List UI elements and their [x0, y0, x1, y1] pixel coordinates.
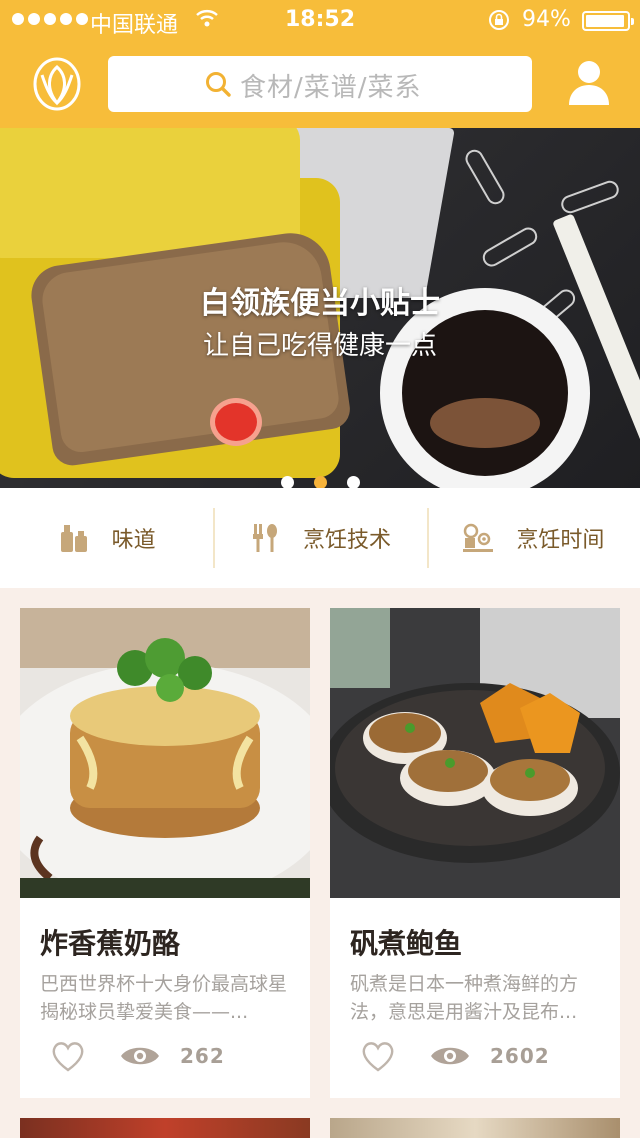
category-label: 味道	[111, 528, 156, 553]
recipe-photo	[20, 608, 310, 898]
recipe-description: 矾煮是日本一种煮海鲜的方法，意思是用酱汁及昆布...	[350, 973, 579, 1023]
battery-percent: 94%	[522, 7, 571, 32]
banner-subtitle: 让自己吃得健康一点	[202, 331, 437, 361]
category-flavor[interactable]: 味道	[0, 488, 213, 588]
status-bar: 中国联通 18:52 94%	[0, 0, 640, 40]
recipe-card-peek[interactable]	[20, 1118, 310, 1138]
recipe-title: 炸香蕉奶酪	[40, 927, 181, 960]
search-placeholder: 食材/菜谱/菜系	[240, 73, 422, 103]
battery-icon	[582, 11, 634, 31]
stove-timer-icon	[463, 523, 494, 552]
recipe-title: 矾煮鲍鱼	[350, 927, 463, 960]
search-icon	[206, 72, 231, 97]
header-bar: 食材/菜谱/菜系	[0, 40, 640, 128]
recipe-description: 巴西世界杯十大身价最高球星揭秘球员挚爱美食——...	[40, 973, 288, 1023]
eye-icon	[121, 1047, 159, 1065]
view-count: 2602	[490, 1044, 550, 1068]
carousel-dot[interactable]	[280, 476, 294, 488]
category-cooking-technique[interactable]: 烹饪技术	[213, 488, 426, 588]
eye-icon	[431, 1047, 469, 1065]
view-count: 262	[180, 1044, 225, 1068]
category-label: 烹饪时间	[516, 528, 605, 553]
heart-icon[interactable]	[50, 1040, 86, 1072]
category-bar: 味道 烹饪技术 烹饪时间	[0, 488, 640, 588]
recipe-card[interactable]: 矾煮鲍鱼 矾煮是日本一种煮海鲜的方法，意思是用酱汁及昆布... 2602	[330, 608, 620, 1098]
recipe-card[interactable]: 炸香蕉奶酪 巴西世界杯十大身价最高球星揭秘球员挚爱美食——... 262	[20, 608, 310, 1098]
seasoning-bottles-icon	[60, 525, 87, 552]
search-box[interactable]: 食材/菜谱/菜系	[108, 56, 532, 112]
category-cooking-time[interactable]: 烹饪时间	[426, 488, 640, 588]
promo-banner[interactable]: 白领族便当小贴士 让自己吃得健康一点	[0, 128, 640, 488]
banner-title: 白领族便当小贴士	[200, 286, 440, 321]
category-label: 烹饪技术	[302, 528, 391, 553]
recipe-card-peek[interactable]	[330, 1118, 620, 1138]
rotation-lock-icon	[489, 10, 509, 30]
carousel-indicator[interactable]	[0, 476, 640, 488]
heart-icon[interactable]	[360, 1040, 396, 1072]
tulip-logo-icon[interactable]	[32, 57, 82, 111]
carousel-dot-active[interactable]	[313, 476, 327, 488]
user-icon[interactable]	[568, 60, 610, 106]
carousel-dot[interactable]	[346, 476, 360, 488]
utensils-icon	[252, 524, 277, 552]
recipe-photo	[330, 608, 620, 898]
